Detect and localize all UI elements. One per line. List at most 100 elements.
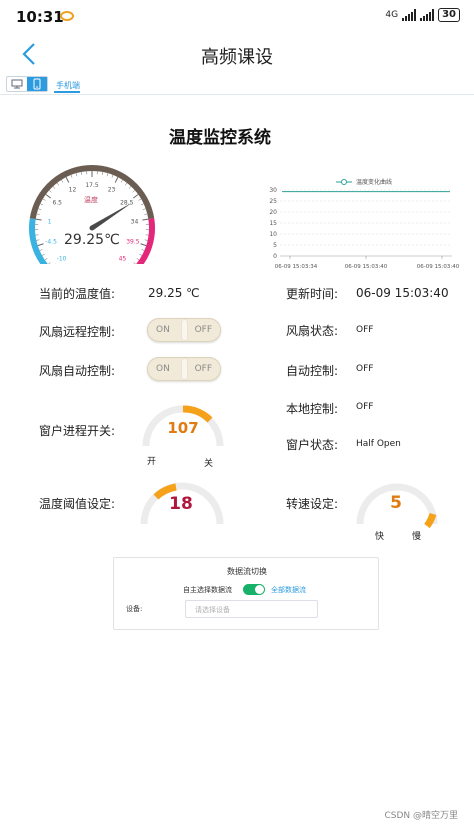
fan-auto-label: 风扇自动控制: bbox=[39, 364, 116, 378]
gauge-tick bbox=[141, 249, 145, 251]
chart-x-tick-label: 06-09 15:03:40 bbox=[345, 264, 388, 270]
gauge-tick bbox=[65, 176, 70, 183]
auto-control-value: OFF bbox=[356, 364, 374, 374]
chart-y-tick-label: 5 bbox=[273, 242, 277, 249]
gauge-tick bbox=[111, 174, 114, 178]
gauge-tick bbox=[140, 203, 144, 206]
gauge-tick bbox=[81, 171, 83, 176]
gauge-tick bbox=[40, 203, 44, 206]
gauge-tick bbox=[101, 171, 103, 176]
gauge-tick-label: 34 bbox=[131, 218, 139, 225]
gauge-tick-label: -4.5 bbox=[45, 238, 57, 245]
gauge-tick bbox=[106, 173, 109, 177]
signal-icon-2 bbox=[420, 9, 435, 21]
gauge-tick-label: 6.5 bbox=[52, 200, 62, 207]
status-indicators: 4G 30 bbox=[385, 8, 460, 22]
gauge-tick-label: -10 bbox=[57, 255, 67, 262]
speed-dial-value: 5 bbox=[390, 493, 402, 513]
fan-auto-toggle[interactable]: ON OFF bbox=[147, 357, 221, 381]
chart-legend-label: 温度变化曲线 bbox=[356, 178, 392, 186]
chart-y-tick-label: 30 bbox=[269, 187, 277, 194]
gauge-tick bbox=[37, 243, 44, 247]
fan-state-label: 风扇状态: bbox=[286, 324, 339, 338]
stream-switch[interactable] bbox=[243, 584, 265, 595]
toggle-knob[interactable] bbox=[182, 359, 187, 379]
gauge-tick bbox=[39, 249, 43, 251]
status-time: 10:31 bbox=[16, 8, 64, 26]
chart-y-tick-label: 10 bbox=[269, 231, 277, 238]
all-streams-label[interactable]: 全部数据流 bbox=[271, 585, 306, 595]
gauge-tick bbox=[144, 239, 148, 241]
window-state-label: 窗户状态: bbox=[286, 438, 339, 452]
gauge-tick bbox=[44, 258, 48, 261]
gauge-needle bbox=[90, 202, 133, 231]
gauge-tick bbox=[36, 239, 40, 241]
gauge-tick bbox=[120, 179, 123, 183]
battery-icon: 30 bbox=[438, 8, 460, 22]
device-select[interactable]: 请选择设备 bbox=[185, 600, 318, 618]
temperature-gauge: -10-4.516.51217.52328.53439.545 bbox=[29, 165, 155, 264]
fan-state-value: OFF bbox=[356, 325, 374, 335]
gauge-tick bbox=[49, 190, 52, 193]
monitor-icon bbox=[11, 79, 23, 89]
speed-slow-label: 慢 bbox=[412, 532, 422, 542]
gauge-tick-label: 12 bbox=[69, 187, 77, 194]
gauge-tick bbox=[124, 182, 128, 186]
toggle-on-label: ON bbox=[156, 364, 170, 374]
desktop-view-button[interactable] bbox=[7, 77, 27, 91]
toolbar-divider bbox=[0, 94, 474, 95]
current-temp-value: 29.25 ℃ bbox=[148, 286, 200, 300]
gauge-tick-label: 23 bbox=[108, 187, 116, 194]
custom-stream-label: 自主选择数据流 bbox=[183, 586, 232, 594]
current-temp-label: 当前的温度值: bbox=[39, 287, 116, 301]
toggle-on-label: ON bbox=[156, 325, 170, 335]
gauge-tick bbox=[38, 208, 42, 210]
gauge-tick-label: 45 bbox=[119, 255, 127, 262]
toggle-knob[interactable] bbox=[182, 320, 187, 340]
mobile-view-button[interactable] bbox=[27, 77, 47, 91]
network-type: 4G bbox=[385, 10, 399, 20]
temp-threshold-label: 温度阈值设定: bbox=[39, 497, 116, 511]
window-dial-value: 107 bbox=[167, 419, 199, 437]
fan-remote-toggle[interactable]: ON OFF bbox=[147, 318, 221, 342]
chart-y-tick-label: 20 bbox=[269, 209, 277, 216]
gauge-tick bbox=[138, 198, 142, 201]
temperature-chart: 温度变化曲线 30 25 20 15 10 5 0 06-09 15:03:34 06-09 15… bbox=[269, 178, 460, 270]
tab-underline bbox=[54, 91, 80, 93]
device-label: 设备: bbox=[126, 605, 143, 613]
update-time-value: 06-09 15:03:40 bbox=[356, 286, 449, 300]
chart-x-tick-label: 06-09 15:03:40 bbox=[417, 264, 460, 270]
gauge-tick bbox=[70, 174, 73, 178]
window-switch-label: 窗户进程开关: bbox=[39, 424, 116, 438]
system-title: 温度监控系统 bbox=[169, 128, 271, 148]
local-control-value: OFF bbox=[356, 402, 374, 412]
tab-mobile[interactable]: 手机端 bbox=[56, 80, 80, 91]
threshold-dial-value: 18 bbox=[169, 494, 193, 514]
gauge-tick bbox=[61, 179, 64, 183]
gauge-tick-label: 39.5 bbox=[126, 238, 140, 245]
chart-y-tick-label: 0 bbox=[273, 253, 277, 260]
gauge-reading: 29.25℃ bbox=[64, 232, 120, 248]
gauge-tick bbox=[36, 213, 40, 215]
gauge-tick bbox=[132, 194, 139, 199]
update-time-label: 更新时间: bbox=[286, 287, 339, 301]
gauge-tick bbox=[133, 262, 136, 264]
gauge-tick bbox=[136, 258, 140, 261]
gauge-tick bbox=[41, 253, 45, 256]
gauge-tick bbox=[128, 186, 132, 189]
gauge-tick bbox=[52, 186, 56, 189]
gauge-tick bbox=[142, 218, 149, 221]
phone-icon bbox=[33, 78, 41, 90]
watermark: CSDN @晴空万里 bbox=[384, 811, 458, 821]
page-title: 高频课设 bbox=[201, 47, 273, 68]
chart-y-tick-label: 25 bbox=[269, 198, 277, 205]
gauge-tick bbox=[35, 218, 42, 221]
local-control-label: 本地控制: bbox=[286, 402, 339, 416]
chart-x-tick-label: 06-09 15:03:34 bbox=[275, 264, 318, 270]
gauge-tick bbox=[48, 262, 51, 264]
gauge-tick-label: 17.5 bbox=[85, 182, 99, 189]
gauge-hub bbox=[89, 225, 95, 231]
view-toolbar bbox=[6, 76, 48, 92]
speed-label: 转速设定: bbox=[286, 497, 339, 511]
speed-fast-label: 快 bbox=[375, 532, 385, 542]
